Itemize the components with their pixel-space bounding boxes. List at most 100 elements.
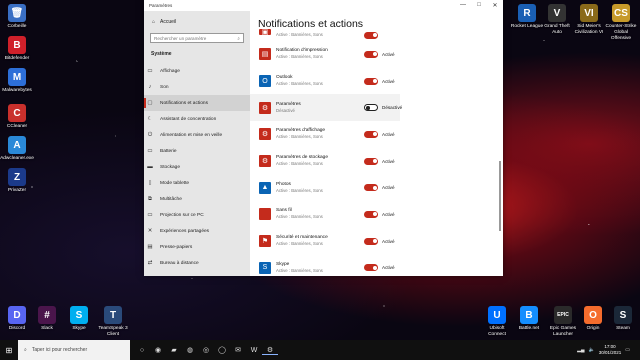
app-notification-summary: Désactivé (276, 107, 295, 113)
desktop-shortcut[interactable]: S Steam (606, 306, 640, 332)
sidebar-item[interactable]: ▤ Presse-papiers (144, 239, 250, 255)
app-notification-summary: Active : Bannières, Sons (276, 161, 323, 167)
notification-toggle[interactable] (364, 77, 378, 85)
title-bar[interactable]: Paramètres — □ ✕ (144, 0, 503, 11)
app-notification-row[interactable]: ⚑ Sécurité et maintenance Active : Bannièr… (250, 228, 503, 255)
app-notification-row[interactable]: ▤ Notification d'impression Active : Banni… (250, 41, 503, 68)
sidebar-item[interactable]: ♪ Son (144, 79, 250, 95)
sidebar-item[interactable]: ⇄ Bureau à distance (144, 255, 250, 271)
chrome-icon[interactable]: ◎ (198, 346, 214, 354)
desktop-shortcut[interactable]: T TeamSpeak 3 Client (96, 306, 130, 338)
desktop-shortcut[interactable]: C CCleaner (0, 104, 34, 130)
app-notification-row[interactable]: Sans fil Active : Bannières, Sons Activé (250, 201, 503, 228)
desktop-shortcut-label: Sid Meier's Civilization VI (574, 24, 604, 35)
sidebar-item-icon: ▭ (147, 212, 153, 218)
section-title: Système (151, 51, 172, 57)
app-text: Notification d'impression Active : Banniè… (276, 48, 366, 60)
app-notification-row[interactable]: O Outlook Active : Bannières, Sons Activé (250, 68, 503, 95)
desktop-shortcut[interactable]: EPIC Epic Games Launcher (546, 306, 580, 338)
desktop-shortcut[interactable]: V Grand Theft Auto (540, 4, 574, 36)
app-text: Photos Active : Bannières, Sons (276, 182, 366, 194)
home-link[interactable]: ⌂ Accueil (144, 11, 250, 25)
desktop-shortcut[interactable]: R Rocket League (510, 4, 544, 30)
search-placeholder: Rechercher un paramètre (154, 35, 207, 41)
app-icon: ⚑ (259, 235, 271, 248)
notification-toggle[interactable] (364, 210, 378, 218)
desktop-shortcut[interactable]: A Adwcleaner.exe (0, 136, 34, 162)
desktop-shortcut[interactable]: # Slack (30, 306, 64, 332)
app-notification-row[interactable]: ▣ Active : Bannières, Sons (250, 29, 503, 41)
home-label: Accueil (160, 19, 177, 25)
file-explorer-icon[interactable]: ▰ (166, 346, 182, 354)
network-icon[interactable]: ▂▄ (577, 347, 584, 353)
notification-toggle[interactable] (364, 237, 378, 245)
desktop-shortcut-label: Grand Theft Auto (544, 24, 570, 35)
notification-toggle[interactable] (364, 264, 378, 272)
word-icon[interactable]: W (246, 347, 262, 354)
notification-toggle[interactable] (364, 31, 378, 39)
notification-toggle[interactable] (364, 104, 378, 112)
firefox-icon[interactable]: ◍ (182, 346, 198, 354)
battlenet-icon: B (520, 306, 538, 324)
sidebar-item[interactable]: ▬ Stockage (144, 159, 250, 175)
notification-toggle[interactable] (364, 130, 378, 138)
app-notification-row[interactable]: ⚙ Paramètres d'affichage Active : Bannière… (250, 121, 503, 148)
mail-icon[interactable]: ✉ (230, 346, 246, 354)
sidebar-item[interactable]: ⧉ Multitâche (144, 191, 250, 207)
desktop-shortcut[interactable]: B Bitdefender (0, 36, 34, 62)
sidebar-item-icon: ▤ (147, 244, 153, 250)
sidebar-item-label: Multitâche (160, 196, 182, 202)
desktop-shortcut[interactable]: VI Sid Meier's Civilization VI (572, 4, 606, 36)
volume-icon[interactable]: 🔈 (589, 347, 595, 353)
app-notification-row[interactable]: ⚙ Paramètres Désactivé Désactivé (250, 94, 402, 122)
maximize-button[interactable]: □ (471, 2, 487, 9)
sidebar-item[interactable]: ▯ Mode tablette (144, 175, 250, 191)
toggle-state-label: Activé (382, 265, 395, 271)
taskbar-apps: ○ ◉ ▰ ◍ ◎ ◯ ✉ W ⚙ (134, 346, 278, 355)
sidebar-item[interactable]: ☾ Assistant de concentration (144, 111, 250, 127)
settings-search-input[interactable]: Rechercher un paramètre ⌕ (150, 33, 244, 43)
desktop-shortcut[interactable]: CS Counter-Strike Global Offensive (604, 4, 638, 42)
start-button[interactable]: ⊞ (0, 346, 18, 355)
sidebar-item[interactable]: ▭ Affichage (144, 63, 250, 79)
steam-icon: S (614, 306, 632, 324)
sidebar-item[interactable]: ✕ Expériences partagées (144, 223, 250, 239)
sidebar-item-icon: ✕ (147, 228, 153, 234)
content-scrollbar[interactable] (499, 161, 501, 231)
sidebar-item[interactable]: ▢ Notifications et actions (144, 95, 250, 111)
desktop-shortcut[interactable]: O Origin (576, 306, 610, 332)
desktop-shortcut[interactable]: 🗑 Corbeille (0, 4, 34, 30)
opera-icon[interactable]: ◯ (214, 346, 230, 354)
taskbar-search[interactable]: ⌕ Taper ici pour rechercher (18, 340, 130, 360)
app-icon: ▲ (259, 181, 271, 194)
desktop-shortcut[interactable]: D Discord (0, 306, 34, 332)
close-button[interactable]: ✕ (487, 2, 503, 9)
app-text: Paramètres d'affichage Active : Bannières… (276, 128, 366, 140)
notification-toggle[interactable] (364, 157, 378, 165)
app-notification-row[interactable]: ▲ Photos Active : Bannières, Sons Activé (250, 174, 503, 201)
desktop-shortcut[interactable]: B Battle.net (512, 306, 546, 332)
task-view-icon[interactable]: ○ (134, 347, 150, 354)
app-icon: ⚙ (259, 101, 271, 114)
sidebar-item-icon: ▢ (147, 100, 153, 106)
sidebar-item[interactable]: ▭ Batterie (144, 143, 250, 159)
sidebar-item-icon: ⧉ (148, 195, 152, 202)
notification-toggle[interactable] (364, 184, 378, 192)
edge-icon[interactable]: ◉ (150, 346, 166, 354)
desktop-shortcut[interactable]: Z PrivaZer (0, 168, 34, 194)
system-tray: ▂▄ 🔈 17:00 30/01/2021 ▭ (577, 344, 640, 356)
sidebar-item-icon: ▭ (147, 148, 153, 154)
settings-icon[interactable]: ⚙ (262, 346, 278, 355)
notification-toggle[interactable] (364, 50, 378, 58)
app-notification-row[interactable]: ⚙ Paramètres de stockage Active : Bannière… (250, 148, 503, 175)
minimize-button[interactable]: — (455, 2, 471, 9)
desktop-shortcut[interactable]: U Ubisoft Connect (480, 306, 514, 338)
sidebar-item[interactable]: ▭ Projection sur ce PC (144, 207, 250, 223)
app-notification-row[interactable]: S Skype Active : Bannières, Sons Activé (250, 255, 503, 277)
desktop-shortcut[interactable]: M Malwarebytes (0, 68, 34, 94)
desktop-shortcut[interactable]: S Skype (62, 306, 96, 332)
sidebar-item[interactable]: ⏻ Alimentation et mise en veille (144, 127, 250, 143)
clock[interactable]: 17:00 30/01/2021 (599, 344, 622, 356)
app-text: Paramètres Désactivé (276, 102, 366, 114)
notification-center-icon[interactable]: ▭ (625, 347, 630, 353)
